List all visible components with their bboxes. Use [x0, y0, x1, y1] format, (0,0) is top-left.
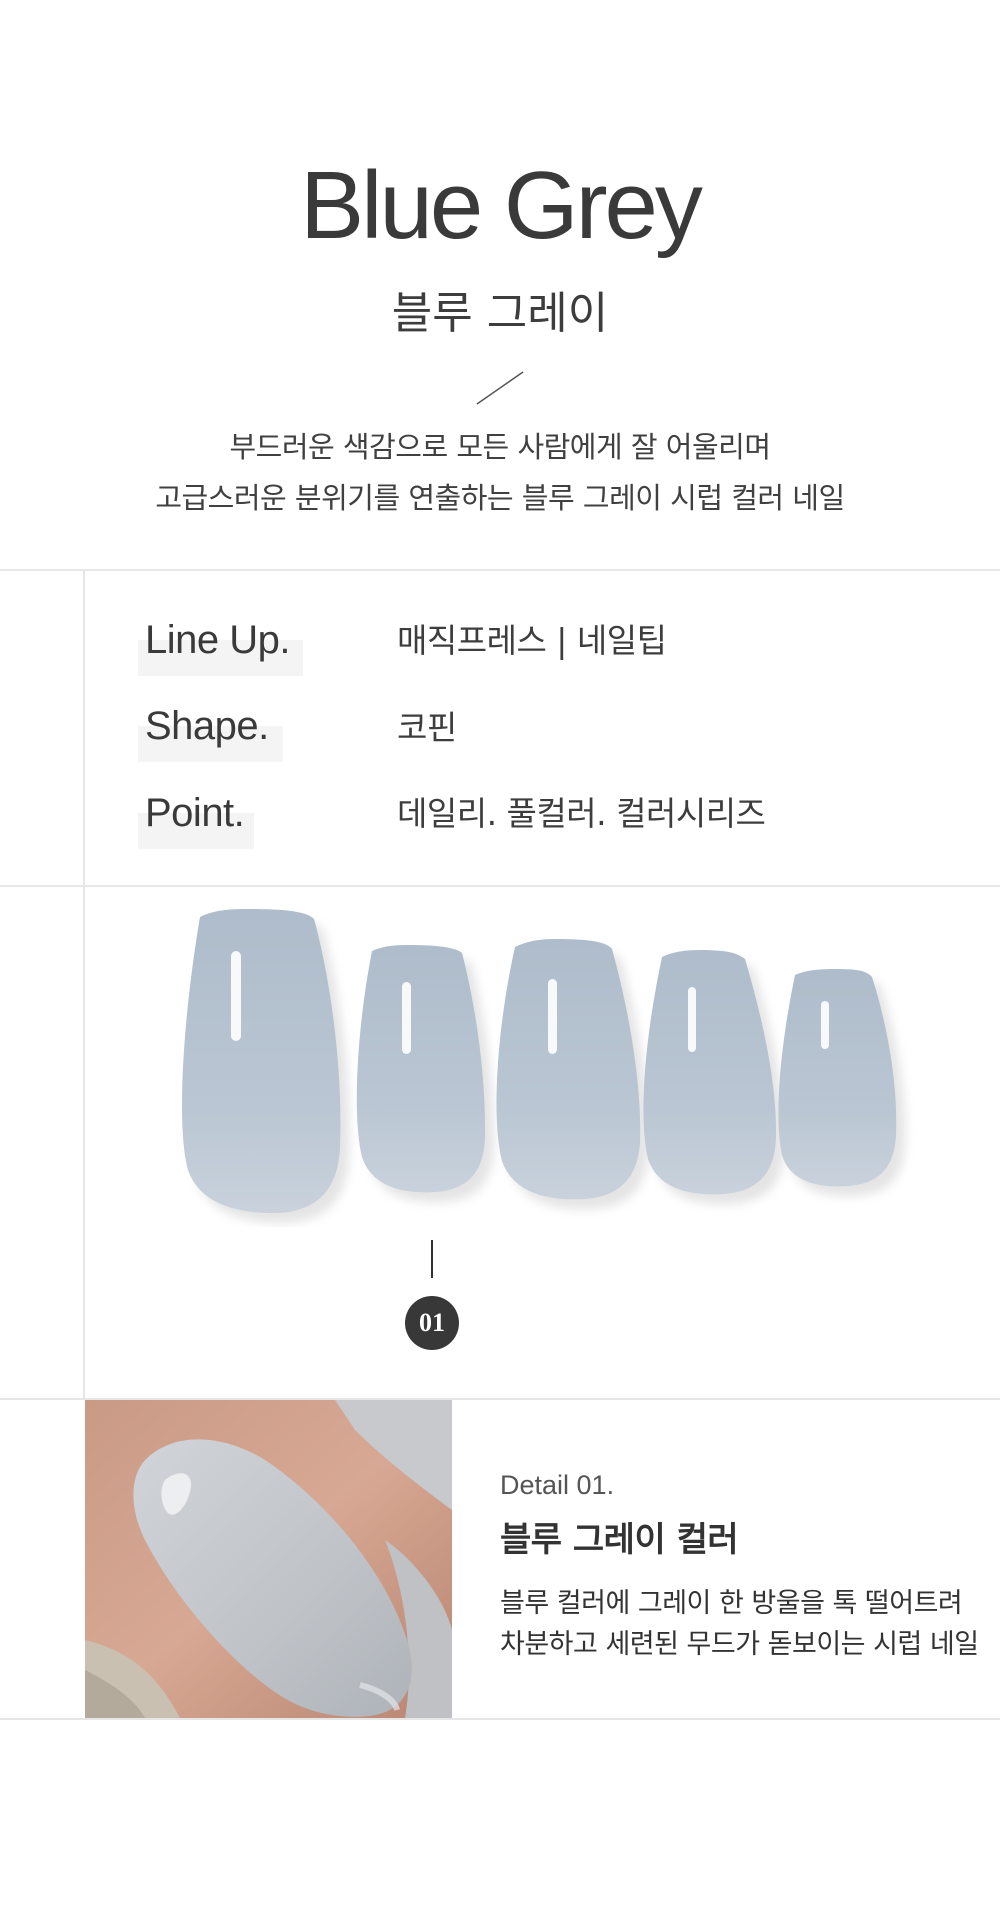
nail-closeup-photo — [85, 1400, 452, 1718]
detail-description-line: 차분하고 세련된 무드가 돋보이는 시럽 네일 — [500, 1629, 979, 1660]
spec-value: 데일리. 풀컬러. 컬러시리즈 — [397, 794, 766, 833]
section-divider — [0, 569, 1000, 571]
product-title: Blue Grey — [300, 152, 703, 259]
detail-description: 블루 컬러에 그레이 한 방울을 톡 떨어트려 차분하고 세련된 무드가 돋보이… — [500, 1583, 979, 1665]
spec-value: 매직프레스 | 네일팁 — [397, 621, 667, 660]
product-subtitle: 블루 그레이 — [391, 288, 609, 339]
nail-tip-3 — [496, 939, 650, 1210]
spec-row-shape: Shape. — [138, 704, 283, 762]
description-line: 부드러운 색감으로 모든 사람에게 잘 어울리며 — [229, 430, 771, 464]
detail-number-badge: 01 — [405, 1296, 459, 1350]
nail-tip-5 — [778, 969, 906, 1197]
product-description: 부드러운 색감으로 모든 사람에게 잘 어울리며 고급스러운 분위기를 연출하는… — [0, 422, 1000, 524]
nail-tip-2 — [356, 945, 495, 1203]
nail-tip-1 — [181, 909, 350, 1224]
spec-label: Shape. — [145, 704, 269, 748]
product-detail-page: Blue Grey 블루 그레이 부드러운 색감으로 모든 사람에게 잘 어울리… — [0, 0, 1000, 1925]
spec-row-point: Point. — [138, 791, 254, 849]
nail-set-image — [181, 909, 906, 1224]
spec-label: Line Up. — [145, 618, 290, 662]
spec-value: 코핀 — [397, 708, 457, 747]
spec-label: Point. — [145, 791, 245, 835]
nail-tip-4 — [643, 950, 786, 1205]
detail-heading: 블루 그레이 컬러 — [500, 1520, 739, 1560]
detail-description-line: 블루 컬러에 그레이 한 방울을 톡 떨어트려 — [500, 1588, 963, 1619]
callout-line — [431, 1240, 433, 1278]
description-line: 고급스러운 분위기를 연출하는 블루 그레이 시럽 컬러 네일 — [155, 481, 845, 515]
spec-row-lineup: Line Up. — [138, 618, 303, 676]
section-divider — [0, 1718, 1000, 1720]
slash-divider — [476, 371, 524, 405]
detail-label: Detail 01. — [500, 1470, 615, 1500]
